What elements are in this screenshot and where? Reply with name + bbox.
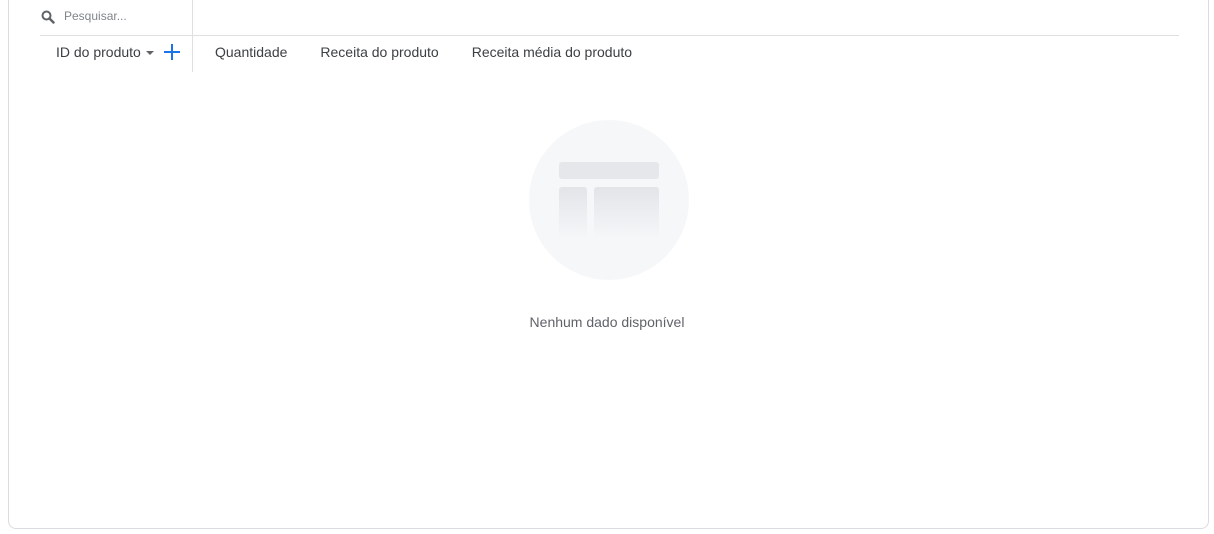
search-row xyxy=(40,0,1179,36)
plus-icon[interactable] xyxy=(162,42,182,62)
metric-header-avg-product-revenue[interactable]: Receita média do produto xyxy=(472,44,632,60)
table-header-row: ID do produto Quantidade Receita do prod… xyxy=(40,36,1179,72)
metric-header-quantity[interactable]: Quantidade xyxy=(215,44,287,60)
search-input[interactable] xyxy=(64,6,184,26)
metric-header-product-revenue[interactable]: Receita do produto xyxy=(320,44,438,60)
empty-state-message: Nenhum dado disponível xyxy=(529,314,685,330)
metric-headers: Quantidade Receita do produto Receita mé… xyxy=(215,36,665,68)
dimension-header-product-id[interactable]: ID do produto xyxy=(56,36,154,68)
search-icon xyxy=(41,10,55,24)
caret-down-icon xyxy=(145,51,154,55)
table-placeholder-icon xyxy=(529,120,689,280)
dimension-header-label: ID do produto xyxy=(56,44,141,60)
